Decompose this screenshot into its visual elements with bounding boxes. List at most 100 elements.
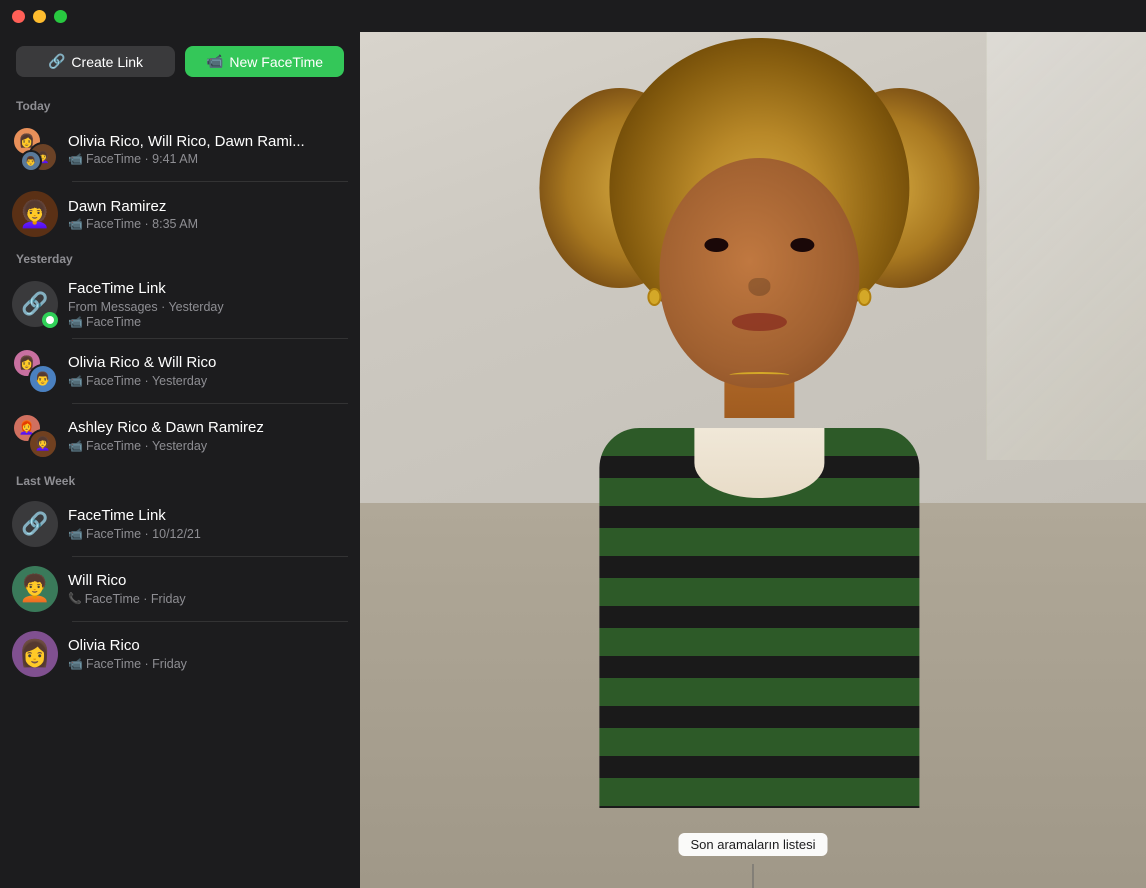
call-name-2: Dawn Ramirez	[68, 197, 348, 217]
shirt-collar	[694, 428, 824, 498]
left-eye	[704, 238, 728, 252]
traffic-lights	[12, 10, 67, 23]
call-info-4: Olivia Rico & Will Rico 📹 FaceTime · Yes…	[68, 353, 348, 388]
avatar-link-2: 🔗	[12, 501, 58, 547]
call-item-dawn[interactable]: 👩‍🦱 Dawn Ramirez 📹 FaceTime · 8:35 AM	[0, 182, 360, 246]
video-icon-4: 📹	[68, 374, 83, 388]
avatar-group-3: 👩‍🦰 👩‍🦱	[12, 413, 58, 459]
call-sub-5: 📹 FaceTime · Yesterday	[68, 439, 348, 453]
title-bar	[0, 0, 1146, 32]
call-info-1: Olivia Rico, Will Rico, Dawn Rami... 📹 F…	[68, 132, 348, 167]
tooltip-line	[753, 864, 754, 888]
call-name-4: Olivia Rico & Will Rico	[68, 353, 348, 373]
tooltip-text: Son aramaların listesi	[691, 837, 816, 852]
call-subtitle-1: FaceTime · 9:41 AM	[86, 152, 198, 166]
avatar-dawn-2: 👩‍🦱	[28, 429, 58, 459]
video-icon-6: 📹	[68, 527, 83, 541]
camera-scene: Son aramaların listesi	[360, 32, 1146, 888]
section-yesterday: Yesterday 🔗 FaceTime Link From Messages …	[0, 246, 360, 468]
call-sub-7: 📞 FaceTime · Friday	[68, 592, 348, 606]
video-icon-8: 📹	[68, 657, 83, 671]
necklace	[729, 372, 789, 378]
head	[659, 158, 859, 388]
toolbar: 🔗 Create Link 📹 New FaceTime	[0, 32, 360, 93]
video-icon-5: 📹	[68, 439, 83, 453]
call-sub-3a: From Messages · Yesterday	[68, 300, 348, 314]
call-sub-4: 📹 FaceTime · Yesterday	[68, 374, 348, 388]
call-item-will[interactable]: 🧑‍🦱 Will Rico 📞 FaceTime · Friday	[0, 557, 360, 621]
call-info-8: Olivia Rico 📹 FaceTime · Friday	[68, 636, 348, 671]
left-earring	[647, 288, 661, 306]
call-subtitle-3b: FaceTime	[86, 315, 141, 329]
message-badge-dot	[46, 316, 54, 324]
torso	[599, 428, 919, 808]
camera-view: Son aramaların listesi	[360, 32, 1146, 888]
call-sub-3b: 📹 FaceTime	[68, 315, 348, 329]
avatar-will: 👨	[20, 150, 42, 172]
avatar-dawn-single: 👩‍🦱	[12, 191, 58, 237]
call-name-7: Will Rico	[68, 571, 348, 591]
call-sub-6: 📹 FaceTime · 10/12/21	[68, 527, 348, 541]
call-item-olivia[interactable]: 👩 Olivia Rico 📹 FaceTime · Friday	[0, 622, 360, 686]
avatar-group-1: 👩 👩‍🦱 👨	[12, 126, 58, 172]
call-subtitle-6: FaceTime · 10/12/21	[86, 527, 201, 541]
section-last-week: Last Week 🔗 FaceTime Link 📹 FaceTime · 1…	[0, 468, 360, 686]
person-figure	[599, 218, 919, 888]
call-subtitle-5: FaceTime · Yesterday	[86, 439, 207, 453]
call-item-olivia-will[interactable]: 👩 👨 Olivia Rico & Will Rico 📹 FaceTime ·…	[0, 339, 360, 403]
video-camera-icon: 📹	[206, 53, 223, 70]
call-item-olivia-will-dawn[interactable]: 👩 👩‍🦱 👨 Olivia Rico, Will Rico, Dawn Ram…	[0, 117, 360, 181]
tooltip-area: Son aramaların listesi	[679, 833, 828, 888]
message-badge	[42, 312, 58, 328]
avatar-will-single: 🧑‍🦱	[12, 566, 58, 612]
call-subtitle-4: FaceTime · Yesterday	[86, 374, 207, 388]
call-item-ashley-dawn[interactable]: 👩‍🦰 👩‍🦱 Ashley Rico & Dawn Ramirez 📹 Fac…	[0, 404, 360, 468]
right-eye	[790, 238, 814, 252]
new-facetime-button[interactable]: 📹 New FaceTime	[185, 46, 344, 77]
call-subtitle-8: FaceTime · Friday	[86, 657, 187, 671]
tooltip-box: Son aramaların listesi	[679, 833, 828, 856]
maximize-button[interactable]	[54, 10, 67, 23]
new-facetime-label: New FaceTime	[229, 54, 323, 70]
call-subtitle-2: FaceTime · 8:35 AM	[86, 217, 198, 231]
avatar-group-2: 👩 👨	[12, 348, 58, 394]
sidebar: 🔗 Create Link 📹 New FaceTime Today 👩 👩‍🦱…	[0, 32, 360, 888]
right-earring	[857, 288, 871, 306]
call-subtitle-3a: From Messages · Yesterday	[68, 300, 224, 314]
call-name-5: Ashley Rico & Dawn Ramirez	[68, 418, 348, 438]
section-header-today: Today	[0, 93, 360, 117]
create-link-button[interactable]: 🔗 Create Link	[16, 46, 175, 77]
section-header-last-week: Last Week	[0, 468, 360, 492]
avatar-olivia-single: 👩	[12, 631, 58, 677]
call-sub-2: 📹 FaceTime · 8:35 AM	[68, 217, 348, 231]
avatar-will-2: 👨	[28, 364, 58, 394]
call-info-3: FaceTime Link From Messages · Yesterday …	[68, 279, 348, 329]
call-item-facetime-link-week[interactable]: 🔗 FaceTime Link 📹 FaceTime · 10/12/21	[0, 492, 360, 556]
video-icon-1: 📹	[68, 152, 83, 166]
call-info-7: Will Rico 📞 FaceTime · Friday	[68, 571, 348, 606]
video-icon-2: 📹	[68, 217, 83, 231]
create-link-label: Create Link	[71, 54, 143, 70]
call-info-6: FaceTime Link 📹 FaceTime · 10/12/21	[68, 506, 348, 541]
call-name-1: Olivia Rico, Will Rico, Dawn Rami...	[68, 132, 348, 152]
section-header-yesterday: Yesterday	[0, 246, 360, 270]
link-icon: 🔗	[48, 53, 65, 70]
call-name-6: FaceTime Link	[68, 506, 348, 526]
call-subtitle-7: FaceTime · Friday	[85, 592, 186, 606]
call-item-facetime-link-yesterday[interactable]: 🔗 FaceTime Link From Messages · Yesterda…	[0, 270, 360, 338]
call-sub-1: 📹 FaceTime · 9:41 AM	[68, 152, 348, 166]
nose	[748, 278, 770, 296]
window-light	[986, 32, 1146, 460]
call-info-5: Ashley Rico & Dawn Ramirez 📹 FaceTime · …	[68, 418, 348, 453]
call-sub-8: 📹 FaceTime · Friday	[68, 657, 348, 671]
phone-icon-7: 📞	[68, 592, 82, 605]
minimize-button[interactable]	[33, 10, 46, 23]
video-icon-3: 📹	[68, 315, 83, 329]
close-button[interactable]	[12, 10, 25, 23]
call-name-3: FaceTime Link	[68, 279, 348, 299]
lips	[732, 313, 787, 331]
main-layout: 🔗 Create Link 📹 New FaceTime Today 👩 👩‍🦱…	[0, 32, 1146, 888]
section-today: Today 👩 👩‍🦱 👨 Olivia Rico, Will Rico, Da…	[0, 93, 360, 246]
call-name-8: Olivia Rico	[68, 636, 348, 656]
call-info-2: Dawn Ramirez 📹 FaceTime · 8:35 AM	[68, 197, 348, 232]
